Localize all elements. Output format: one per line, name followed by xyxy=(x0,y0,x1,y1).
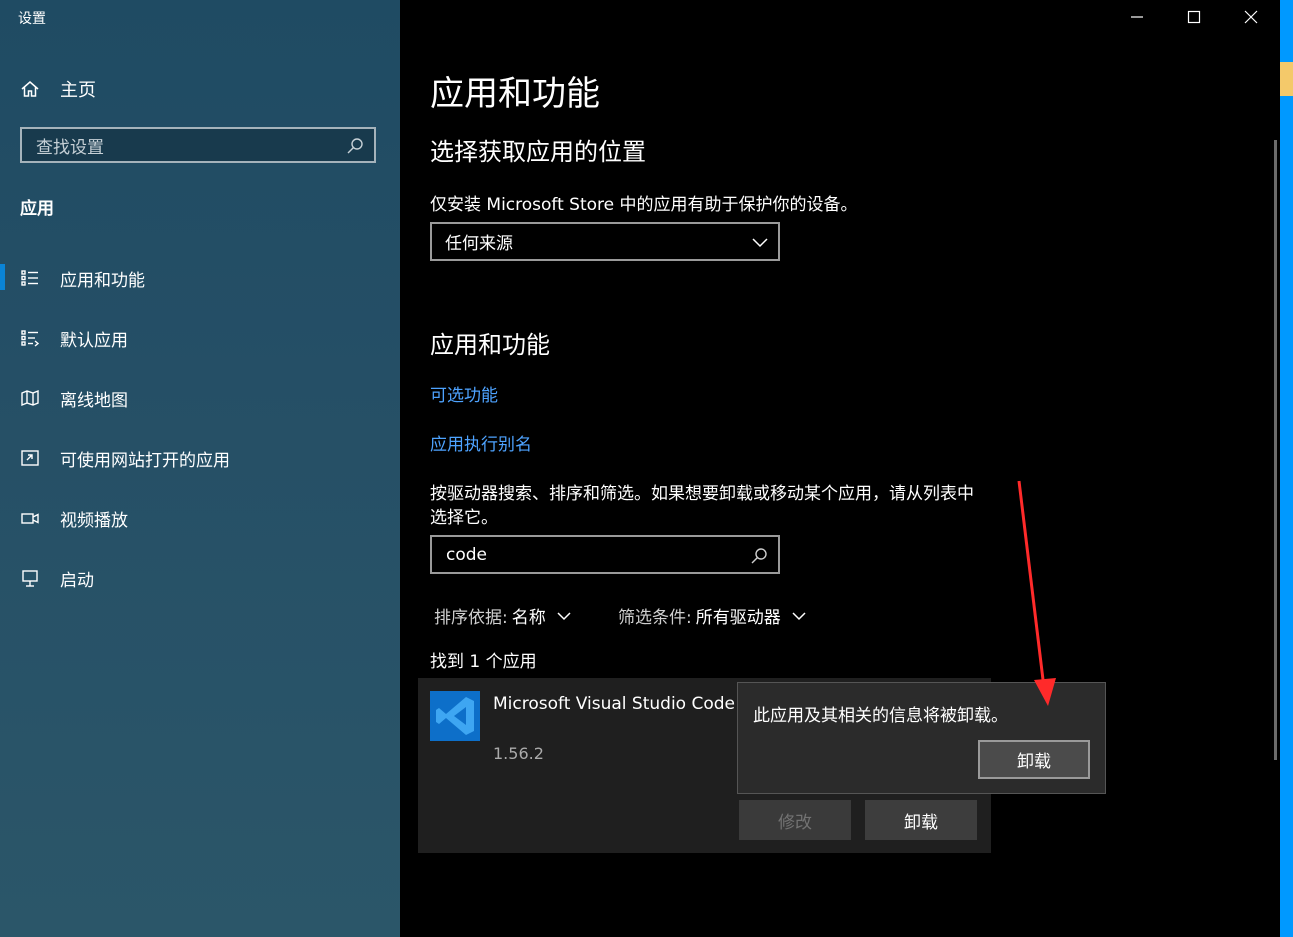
filter-by-dropdown[interactable]: 筛选条件: 所有驱动器 xyxy=(618,603,807,628)
website-apps-icon xyxy=(21,450,39,466)
apps-features-heading: 应用和功能 xyxy=(430,331,550,359)
sidebar-item-default-apps[interactable]: 默认应用 xyxy=(0,318,400,358)
maximize-icon xyxy=(1187,10,1201,24)
choose-location-heading: 选择获取应用的位置 xyxy=(430,138,646,166)
sidebar-item-label: 默认应用 xyxy=(60,330,128,351)
folder-icon[interactable] xyxy=(1280,62,1293,96)
found-count: 找到 1 个应用 xyxy=(430,652,537,672)
close-icon xyxy=(1244,10,1258,24)
app-search-value: code xyxy=(446,544,487,565)
search-icon[interactable] xyxy=(750,547,768,565)
sidebar-item-label: 可使用网站打开的应用 xyxy=(60,450,230,471)
sidebar-item-label: 启动 xyxy=(60,570,94,591)
minimize-button[interactable] xyxy=(1109,0,1165,34)
minimize-icon xyxy=(1131,16,1143,18)
flyout-message: 此应用及其相关的信息将被卸载。 xyxy=(753,706,1008,726)
map-icon xyxy=(21,389,39,407)
sidebar-item-apps-features[interactable]: 应用和功能 xyxy=(0,258,400,298)
sort-value: 名称 xyxy=(511,608,546,628)
home-icon xyxy=(21,81,39,97)
sidebar-home-label: 主页 xyxy=(60,80,96,101)
sidebar: 设置 主页 查找设置 应用 应用和功能 默认应用 离线地图 可使用网站打开的应用… xyxy=(0,0,400,937)
sidebar-item-label: 应用和功能 xyxy=(60,270,145,291)
sidebar-item-startup[interactable]: 启动 xyxy=(0,558,400,598)
scrollbar[interactable] xyxy=(1274,140,1277,760)
video-icon xyxy=(21,513,39,524)
app-source-value: 任何来源 xyxy=(445,234,513,254)
sort-label: 排序依据: xyxy=(434,608,508,628)
startup-icon xyxy=(22,570,38,587)
window-title: 设置 xyxy=(18,11,46,27)
default-apps-icon xyxy=(21,330,40,347)
sidebar-section-title: 应用 xyxy=(20,199,54,219)
apps-list-icon xyxy=(21,270,38,286)
search-description-line1: 按驱动器搜索、排序和筛选。如果想要卸载或移动某个应用，请从列表中 xyxy=(430,484,974,504)
search-description-line2: 选择它。 xyxy=(430,508,498,528)
main-content: 应用和功能 选择获取应用的位置 仅安装 Microsoft Store 中的应用… xyxy=(400,0,1280,937)
settings-search-input[interactable]: 查找设置 xyxy=(20,127,376,163)
uninstall-button[interactable]: 卸载 xyxy=(865,800,977,840)
confirm-uninstall-button[interactable]: 卸载 xyxy=(978,740,1090,779)
chevron-down-icon xyxy=(557,611,571,620)
app-search-input[interactable]: code xyxy=(430,535,780,574)
desktop-background xyxy=(1280,0,1293,937)
filter-value: 所有驱动器 xyxy=(695,608,781,628)
vscode-icon xyxy=(430,691,480,741)
close-button[interactable] xyxy=(1223,0,1279,34)
sidebar-item-label: 离线地图 xyxy=(60,390,128,411)
sort-by-dropdown[interactable]: 排序依据: 名称 xyxy=(434,603,572,628)
filter-label: 筛选条件: xyxy=(618,608,692,628)
sidebar-item-website-apps[interactable]: 可使用网站打开的应用 xyxy=(0,438,400,478)
app-version: 1.56.2 xyxy=(493,744,544,763)
chevron-down-icon xyxy=(792,611,806,620)
settings-search-placeholder: 查找设置 xyxy=(36,137,104,158)
app-name: Microsoft Visual Studio Code xyxy=(493,694,735,714)
uninstall-confirm-flyout: 此应用及其相关的信息将被卸载。 卸载 xyxy=(737,682,1106,794)
sidebar-home[interactable]: 主页 xyxy=(20,76,96,102)
app-execution-alias-link[interactable]: 应用执行别名 xyxy=(430,430,532,455)
app-source-dropdown[interactable]: 任何来源 xyxy=(430,222,780,261)
sidebar-item-offline-maps[interactable]: 离线地图 xyxy=(0,378,400,418)
sidebar-item-label: 视频播放 xyxy=(60,510,128,531)
maximize-button[interactable] xyxy=(1166,0,1222,34)
modify-button: 修改 xyxy=(739,800,851,840)
page-title: 应用和功能 xyxy=(430,74,600,114)
chevron-down-icon xyxy=(752,238,768,248)
optional-features-link[interactable]: 可选功能 xyxy=(430,381,498,406)
search-icon[interactable] xyxy=(346,137,364,155)
sidebar-item-video-playback[interactable]: 视频播放 xyxy=(0,498,400,538)
choose-location-description: 仅安装 Microsoft Store 中的应用有助于保护你的设备。 xyxy=(430,195,858,215)
